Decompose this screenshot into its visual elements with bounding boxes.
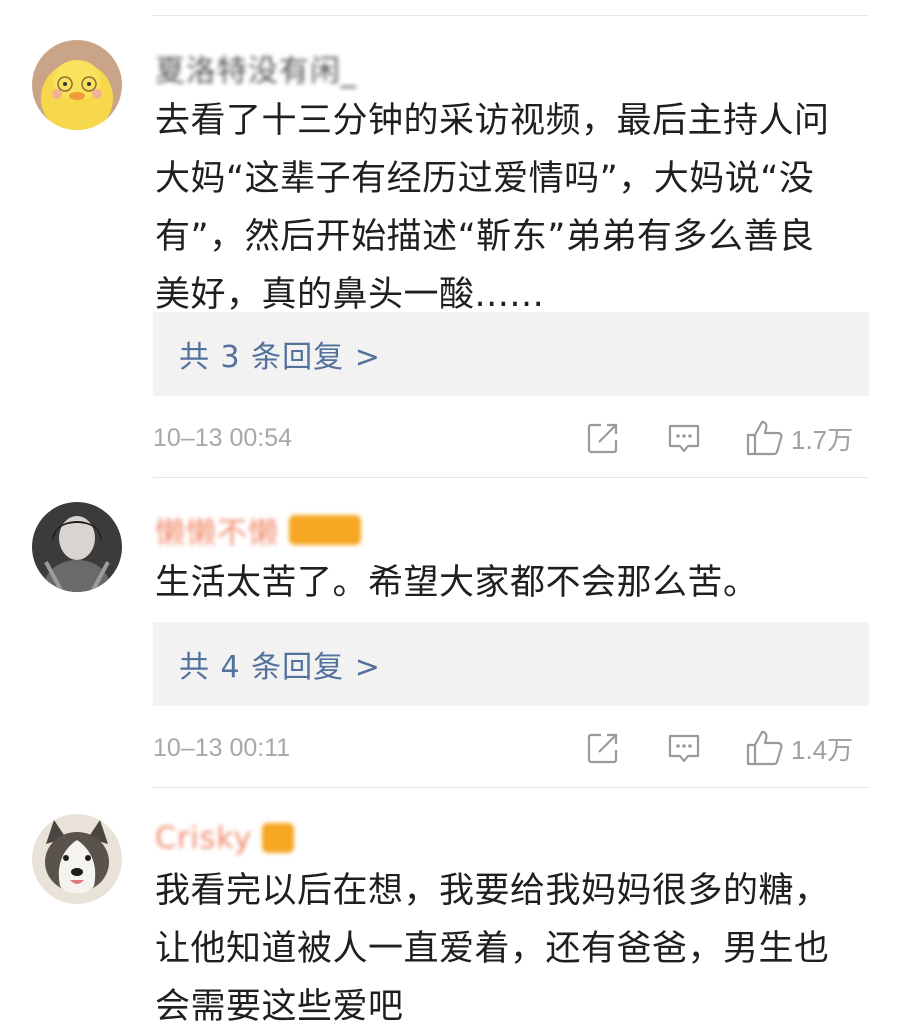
yellow-duck-avatar-icon (32, 40, 122, 130)
comment-text: 生活太苦了。希望大家都不会那么苦。 (155, 563, 759, 603)
share-button[interactable] (585, 418, 621, 458)
username[interactable]: 夏洛特没有闲_ (155, 48, 357, 89)
comment-meta: 10–13 00:11 1.4万 (153, 728, 869, 768)
divider (153, 787, 868, 788)
comment-button[interactable] (666, 728, 702, 768)
username[interactable]: 懒懒不懒 (155, 510, 361, 551)
thumbs-up-icon (746, 730, 783, 766)
username-text: Crisky (155, 820, 253, 856)
share-icon (587, 733, 618, 764)
avatar[interactable] (32, 814, 122, 904)
username[interactable]: Crisky (155, 818, 295, 858)
girl-photo-avatar-icon (32, 502, 122, 592)
timestamp: 10–13 00:54 (153, 424, 293, 452)
replies-box[interactable]: 共 3 条回复 > (153, 312, 869, 396)
like-count: 1.4万 (791, 734, 854, 765)
timestamp: 10–13 00:11 (153, 734, 291, 762)
comment-icon (668, 734, 700, 763)
comment-button[interactable] (666, 418, 702, 458)
like-button[interactable]: 1.7万 (745, 418, 853, 458)
username-text: 懒懒不懒 (155, 516, 279, 551)
thumbs-up-icon (746, 420, 783, 456)
divider (153, 477, 868, 478)
avatar[interactable] (32, 502, 122, 592)
comment-text: 去看了十三分钟的采访视频，最后主持人问 大妈“这辈子有经历过爱情吗”，大妈说“没… (155, 101, 830, 315)
comment-meta: 10–13 00:54 1.7万 (153, 418, 869, 458)
vip-badge-icon (289, 515, 361, 545)
comment-text: 我看完以后在想，我要给我妈妈很多的糖， 让他知道被人一直爱着，还有爸爸，男生也 … (155, 871, 830, 1027)
husky-dog-avatar-icon (32, 814, 122, 904)
avatar[interactable] (32, 40, 122, 130)
comment-icon (668, 424, 700, 453)
share-button[interactable] (585, 728, 621, 768)
replies-box[interactable]: 共 4 条回复 > (153, 622, 869, 706)
like-count: 1.7万 (791, 424, 854, 455)
view-replies-link[interactable]: 共 3 条回复 > (179, 332, 381, 376)
view-replies-link[interactable]: 共 4 条回复 > (179, 642, 381, 686)
like-button[interactable]: 1.4万 (745, 728, 853, 768)
share-icon (587, 423, 618, 454)
comment-item: 夏洛特没有闲_ 去看了十三分钟的采访视频，最后主持人问 大妈“这辈子有经历过爱情… (0, 0, 900, 470)
vip-badge-icon (262, 823, 295, 853)
